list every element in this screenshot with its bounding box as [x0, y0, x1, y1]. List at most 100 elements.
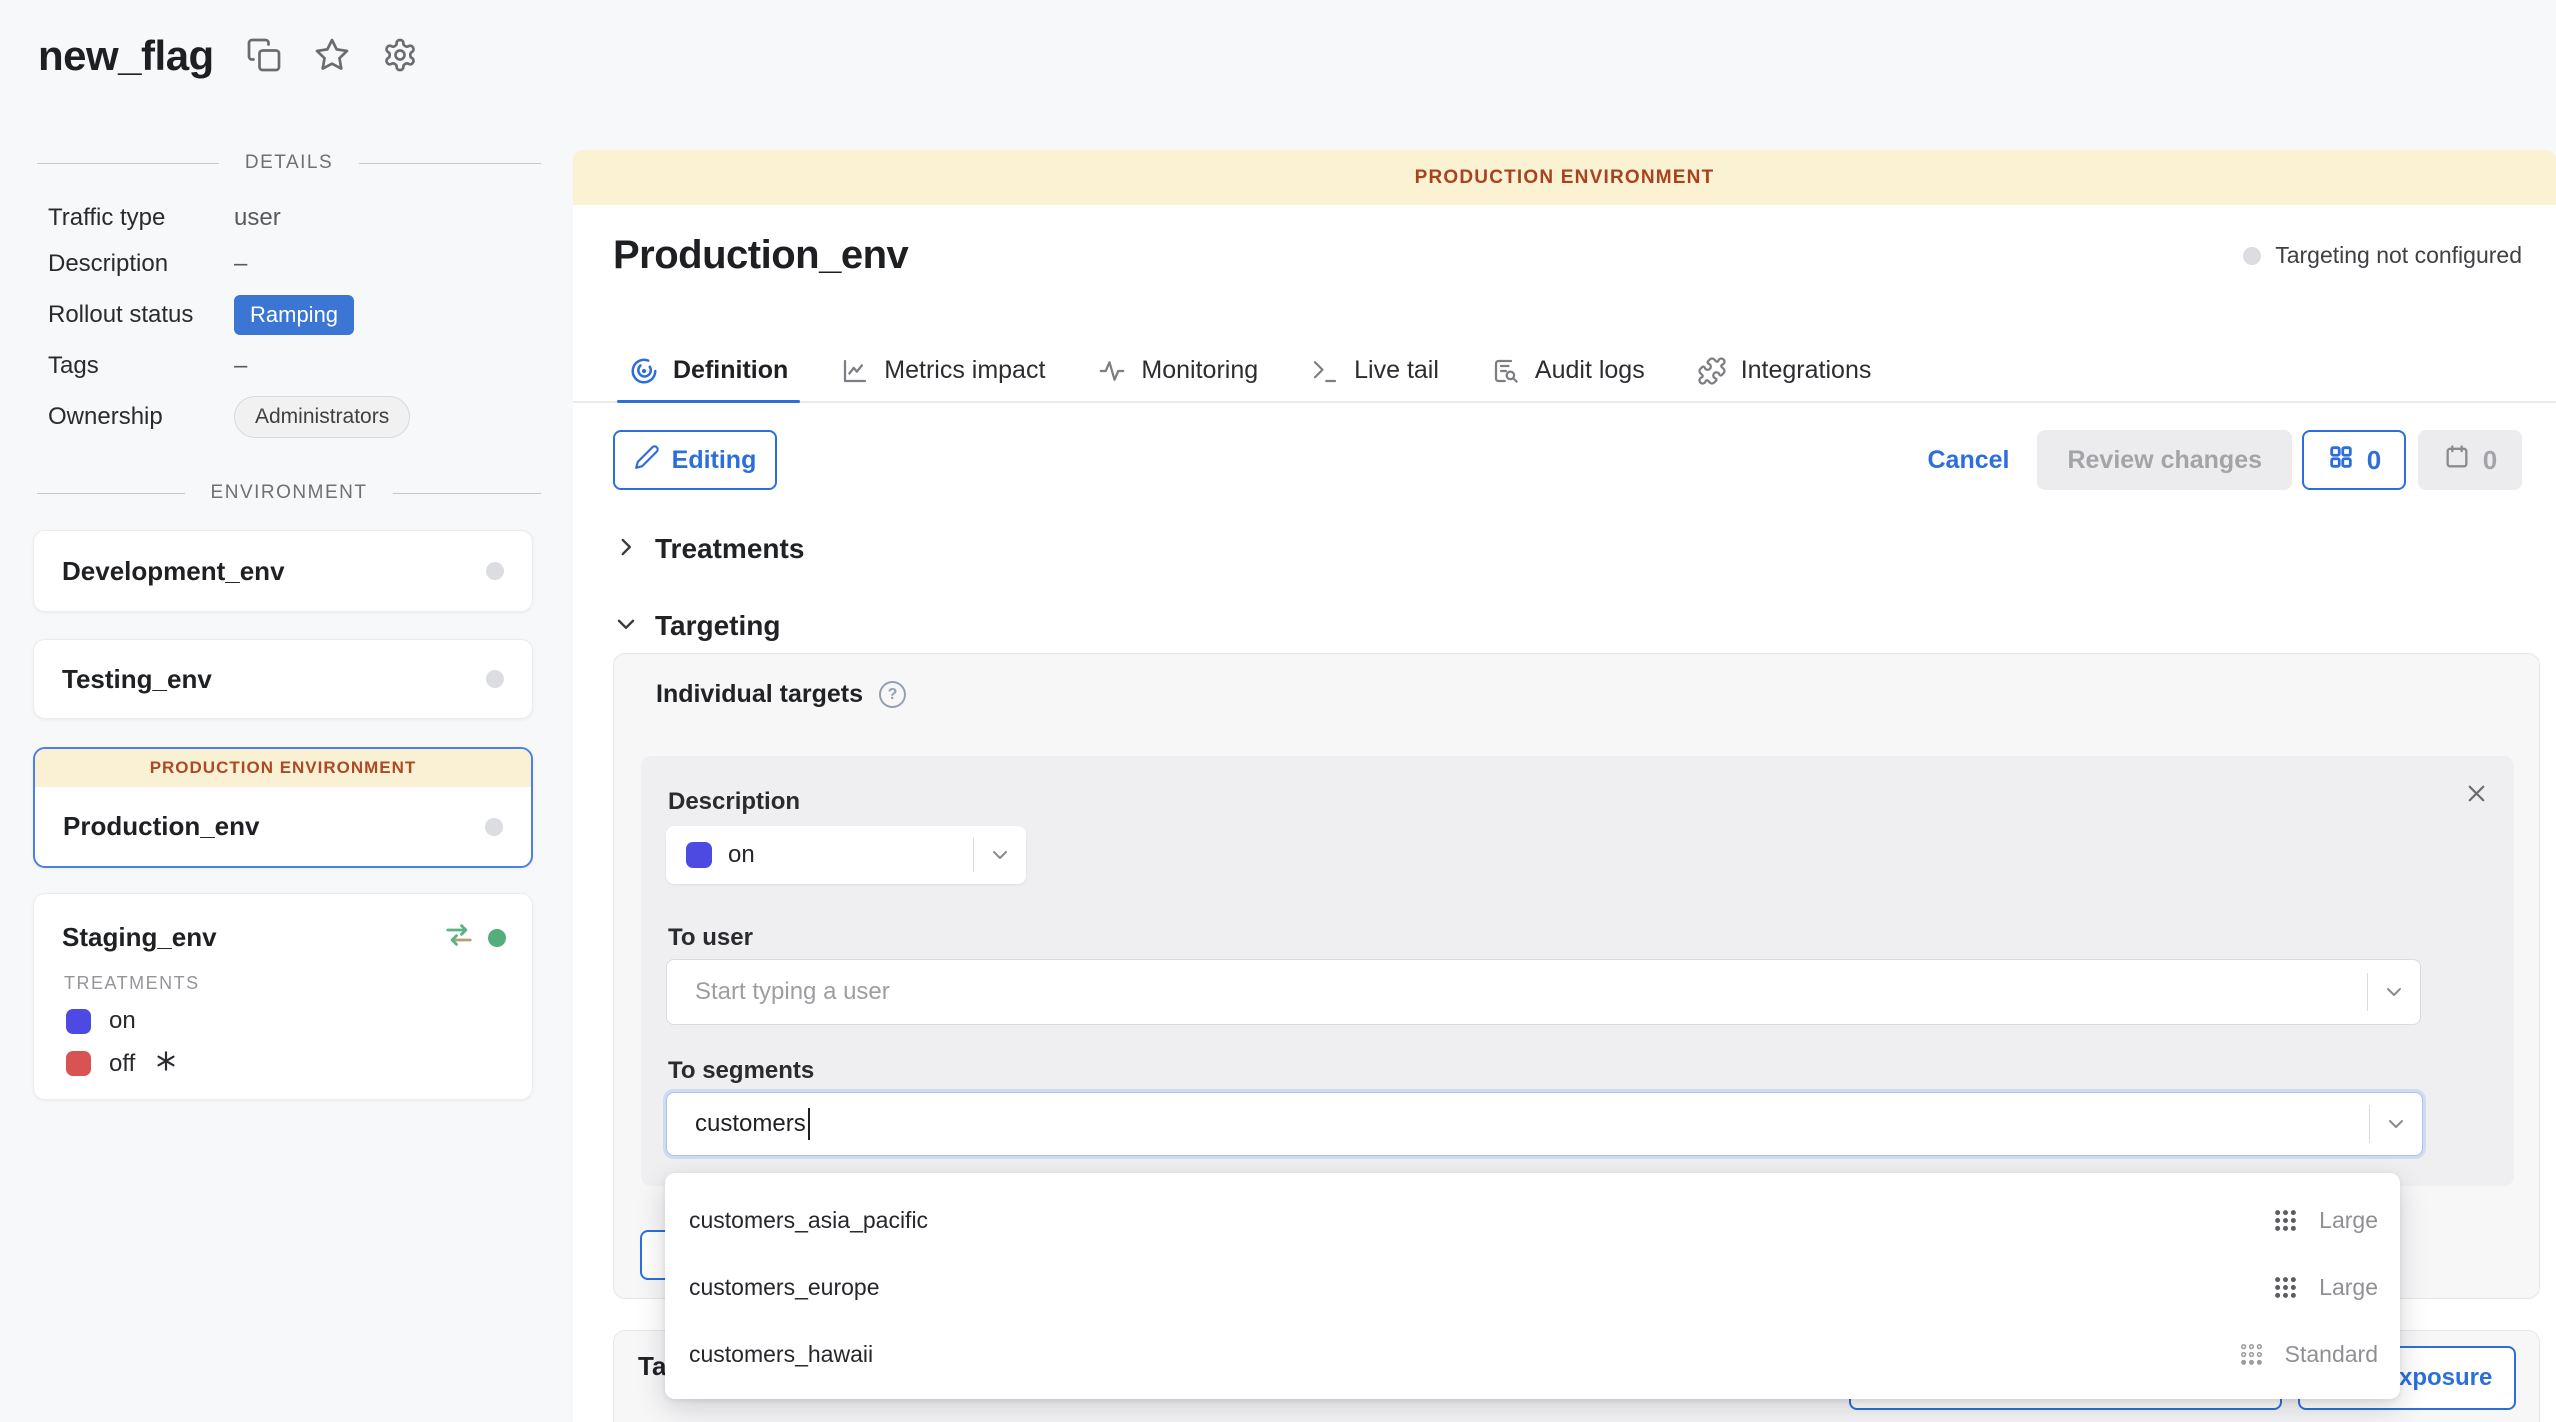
remove-target-button[interactable]: [2463, 780, 2490, 810]
review-changes-button[interactable]: Review changes: [2037, 430, 2292, 490]
tab-audit-logs[interactable]: Audit logs: [1479, 340, 1657, 401]
env-card-development[interactable]: Development_env: [33, 530, 533, 612]
calendar-icon: [2443, 443, 2471, 478]
detail-value: –: [234, 250, 247, 278]
description-label: Description: [668, 788, 800, 816]
treatment-name: off: [109, 1050, 135, 1078]
pencil-icon: [634, 444, 660, 477]
detail-label: Traffic type: [48, 204, 234, 232]
production-environment-banner: PRODUCTION ENVIRONMENT: [573, 150, 2556, 205]
gear-icon: [382, 37, 418, 76]
detail-row-tags: Tags –: [48, 348, 530, 384]
to-segments-input[interactable]: customers: [666, 1092, 2423, 1156]
tab-integrations[interactable]: Integrations: [1685, 340, 1884, 401]
to-user-input[interactable]: Start typing a user: [666, 959, 2421, 1025]
flag-settings-button[interactable]: [382, 37, 418, 76]
copy-icon: [246, 37, 282, 76]
file-search-icon: [1491, 356, 1521, 386]
tab-label: Integrations: [1741, 356, 1872, 385]
env-status-dot: [485, 818, 503, 836]
env-status-dot: [486, 670, 504, 688]
details-list: Traffic type user Description – Rollout …: [48, 200, 530, 450]
segment-size: Standard: [2285, 1341, 2378, 1368]
targeting-status-text: Targeting not configured: [2275, 242, 2522, 269]
help-icon[interactable]: ?: [879, 681, 906, 708]
segment-option-europe[interactable]: customers_europe Large: [665, 1254, 2400, 1321]
chevron-down-icon[interactable]: [2370, 1112, 2422, 1136]
chevron-down-icon[interactable]: [974, 843, 1026, 867]
star-icon: [314, 37, 350, 76]
divider-line: [37, 493, 185, 494]
divider-line: [393, 493, 541, 494]
detail-row-ownership: Ownership Administrators: [48, 394, 530, 440]
tab-definition[interactable]: Definition: [617, 340, 800, 401]
treatment-select-value: on: [728, 841, 755, 869]
grid-dots-icon: [2272, 1274, 2299, 1301]
tab-label: Live tail: [1354, 356, 1439, 385]
editing-button[interactable]: Editing: [613, 430, 777, 490]
env-name: Staging_env: [62, 922, 217, 953]
text-caret: [808, 1108, 810, 1140]
scheduled-counter-button[interactable]: 0: [2418, 430, 2522, 490]
targeting-section-title: Targeting: [655, 610, 780, 642]
individual-target-card: Description on To user Start typing a us…: [641, 756, 2514, 1186]
production-environment-label: PRODUCTION ENVIRONMENT: [35, 749, 531, 787]
ownership-pill[interactable]: Administrators: [234, 396, 410, 438]
swap-arrows-icon: [444, 920, 474, 955]
segment-name: customers_asia_pacific: [689, 1207, 928, 1234]
tab-label: Metrics impact: [884, 356, 1045, 385]
cancel-button[interactable]: Cancel: [1927, 446, 2009, 475]
detail-row-description: Description –: [48, 246, 530, 282]
chevron-down-icon[interactable]: [2368, 980, 2420, 1004]
tab-monitoring[interactable]: Monitoring: [1085, 340, 1270, 401]
page: new_flag DETAILS Traffic type user De: [0, 0, 2556, 1422]
env-card-testing[interactable]: Testing_env: [33, 639, 533, 719]
detail-row-rollout-status: Rollout status Ramping: [48, 292, 530, 338]
treatments-section-header[interactable]: Treatments: [613, 533, 804, 565]
detail-row-traffic-type: Traffic type user: [48, 200, 530, 236]
close-icon: [2463, 780, 2490, 810]
tab-label: Audit logs: [1535, 356, 1645, 385]
tab-live-tail[interactable]: Live tail: [1298, 340, 1451, 401]
segment-option-asia-pacific[interactable]: customers_asia_pacific Large: [665, 1187, 2400, 1254]
treatment-select[interactable]: on: [666, 826, 1026, 884]
copy-flag-button[interactable]: [246, 37, 282, 76]
segment-option-hawaii[interactable]: customers_hawaii Standard: [665, 1321, 2400, 1388]
details-heading-label: DETAILS: [245, 152, 333, 174]
segment-name: customers_hawaii: [689, 1341, 873, 1368]
to-segments-value: customers: [695, 1110, 806, 1138]
default-treatment-asterisk-icon: [153, 1048, 179, 1079]
segment-name: customers_europe: [689, 1274, 880, 1301]
editing-label: Editing: [672, 446, 757, 475]
target-icon: [629, 356, 659, 386]
targeting-section-header[interactable]: Targeting: [613, 610, 780, 642]
individual-targets-heading: Individual targets: [656, 680, 863, 709]
env-card-staging[interactable]: Staging_env TREATMENTS on off: [33, 893, 533, 1100]
treatment-name: on: [109, 1007, 136, 1035]
grid-dots-light-icon: [2238, 1341, 2265, 1368]
pulse-icon: [1097, 356, 1127, 386]
detail-label: Rollout status: [48, 301, 234, 329]
to-user-placeholder: Start typing a user: [695, 978, 890, 1006]
grid-dots-icon: [2272, 1207, 2299, 1234]
to-segments-label: To segments: [668, 1057, 814, 1085]
detail-label: Tags: [48, 352, 234, 380]
tab-label: Definition: [673, 356, 788, 385]
to-user-label: To user: [668, 924, 753, 952]
detail-value: –: [234, 352, 247, 380]
changes-counter-button[interactable]: 0: [2302, 430, 2406, 490]
treatment-row-off: off: [66, 1048, 532, 1079]
chevron-right-icon: [613, 534, 639, 565]
env-status-dot-active: [488, 929, 506, 947]
treatment-color-off: [66, 1051, 91, 1076]
environment-heading: ENVIRONMENT: [37, 482, 541, 504]
scheduled-count: 0: [2483, 445, 2497, 476]
treatments-section-title: Treatments: [655, 533, 804, 565]
tab-metrics-impact[interactable]: Metrics impact: [828, 340, 1057, 401]
env-name: Production_env: [63, 811, 259, 842]
detail-label: Ownership: [48, 403, 234, 431]
puzzle-icon: [1697, 356, 1727, 386]
favorite-flag-button[interactable]: [314, 37, 350, 76]
chevron-down-icon: [613, 611, 639, 642]
env-card-production[interactable]: PRODUCTION ENVIRONMENT Production_env: [33, 747, 533, 868]
